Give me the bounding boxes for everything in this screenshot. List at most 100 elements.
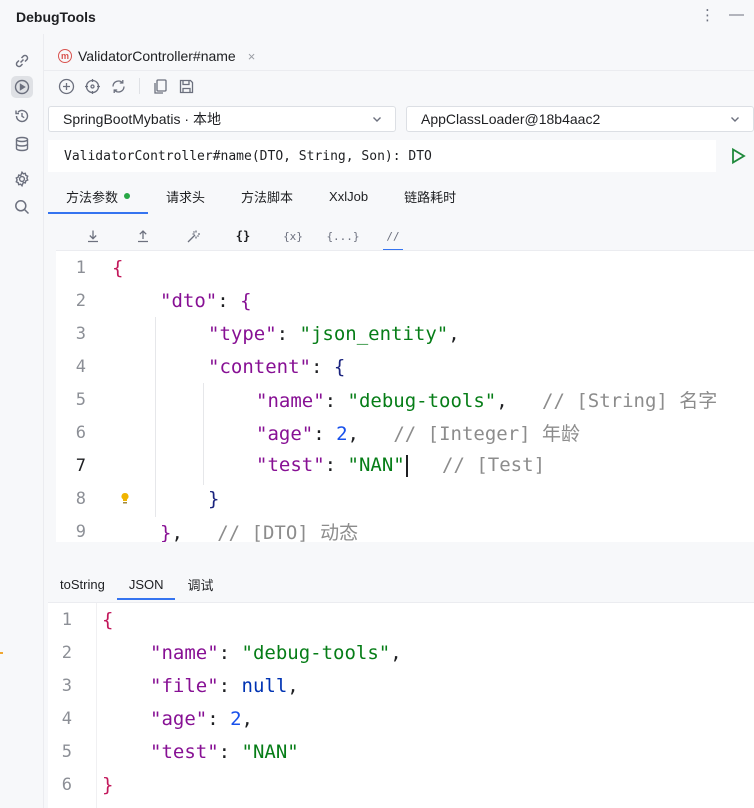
run-button[interactable]: [728, 146, 748, 166]
colon: :: [218, 740, 242, 763]
json-string: "NAN": [241, 740, 299, 763]
line-number: 7: [75, 455, 86, 476]
tab-tostring[interactable]: toString: [48, 568, 117, 600]
tab-xxljob[interactable]: XxlJob: [311, 178, 386, 214]
edge-marker: [0, 652, 3, 654]
file-tab[interactable]: m ValidatorController#name ×: [58, 44, 255, 68]
line-number: 3: [75, 323, 86, 344]
import-icon[interactable]: [68, 224, 118, 248]
colon: :: [324, 390, 348, 412]
result-line: 2 "name": "debug-tools",: [48, 636, 754, 669]
tab-debug[interactable]: 调试: [175, 568, 225, 600]
code-line: 1 {: [56, 251, 754, 284]
method-icon: m: [58, 49, 72, 63]
comma: ,: [347, 423, 359, 445]
history-icon[interactable]: [11, 105, 33, 127]
tab-method-script[interactable]: 方法脚本: [223, 178, 311, 214]
refresh-icon[interactable]: [110, 78, 127, 95]
close-icon[interactable]: ×: [248, 49, 256, 64]
comma: ,: [241, 707, 253, 730]
code-line: 2 "dto": {: [56, 284, 754, 317]
magic-wand-icon[interactable]: [168, 224, 218, 248]
json-key: "dto": [160, 289, 218, 312]
param-editor[interactable]: 1 { 2 "dto": { 3 "type": "json_entity", …: [56, 250, 754, 542]
tab-method-params[interactable]: 方法参数: [48, 178, 149, 214]
json-string: "debug-tools": [347, 390, 497, 412]
line-number: 1: [75, 257, 86, 278]
classloader-select[interactable]: AppClassLoader@18b4aac2: [406, 106, 754, 132]
copy-icon[interactable]: [152, 78, 169, 95]
line-number: 5: [75, 389, 86, 410]
code-comment: // [Test]: [407, 454, 546, 477]
title-bar: DebugTools ⋮ —: [0, 0, 754, 34]
line-number: 6: [75, 422, 86, 443]
comma: ,: [171, 522, 183, 542]
brace: }: [102, 773, 114, 796]
colon: :: [207, 707, 231, 730]
play-icon: [732, 147, 746, 165]
database-icon[interactable]: [11, 133, 33, 155]
tab-request-headers[interactable]: 请求头: [148, 178, 223, 214]
json-string: "debug-tools": [241, 641, 391, 664]
project-select[interactable]: SpringBootMybatis · 本地: [48, 106, 396, 132]
brace: {: [102, 608, 114, 631]
tab-trace-timing[interactable]: 链路耗时: [386, 178, 474, 214]
brace: }: [160, 522, 172, 542]
tab-label: JSON: [128, 576, 164, 592]
result-line: 1 {: [48, 603, 754, 636]
export-icon[interactable]: [118, 224, 168, 248]
json-key: "age": [256, 423, 314, 445]
file-tab-label: ValidatorController#name: [78, 48, 236, 64]
variable-button[interactable]: {x}: [268, 224, 318, 248]
more-options-icon[interactable]: ⋮: [700, 6, 715, 24]
code-comment: // [DTO] 动态: [182, 522, 359, 542]
colon: :: [310, 355, 334, 378]
brace: {: [112, 256, 124, 279]
add-icon[interactable]: [58, 78, 75, 95]
tab-label: 请求头: [166, 189, 206, 205]
tab-label: 方法参数: [66, 189, 119, 205]
comma: ,: [448, 322, 460, 345]
line-number: 3: [61, 675, 72, 696]
run-icon[interactable]: [11, 76, 33, 98]
json-key: "age": [150, 707, 208, 730]
line-number: 4: [75, 356, 86, 377]
comment-toggle-button[interactable]: //: [368, 224, 418, 251]
collapse-button[interactable]: {...}: [318, 224, 368, 248]
target-icon[interactable]: [84, 78, 101, 95]
main-panel: m ValidatorController#name × SpringBootM…: [44, 34, 754, 808]
link-icon[interactable]: [11, 50, 33, 72]
json-key: "test": [256, 454, 325, 477]
code-line: 9 }, // [DTO] 动态: [56, 515, 754, 543]
tab-label: 方法脚本: [241, 189, 294, 205]
brace: }: [208, 487, 220, 510]
save-icon[interactable]: [178, 78, 195, 95]
main-tabs: 方法参数 请求头 方法脚本 XxlJob 链路耗时: [48, 178, 474, 214]
brace: {: [240, 289, 252, 312]
tab-label: 链路耗时: [404, 189, 457, 205]
code-line: 5 "name": "debug-tools", // [String] 名字: [56, 383, 754, 416]
code-line: 4 "content": {: [56, 350, 754, 383]
search-icon[interactable]: [11, 196, 33, 218]
tab-divider: [44, 70, 754, 71]
result-line: 6 }: [48, 768, 754, 801]
chevron-down-icon: [731, 117, 739, 122]
editor-toolbar: {} {x} {...} //: [68, 224, 418, 251]
colon: :: [313, 423, 337, 445]
line-number: 5: [61, 741, 72, 762]
tab-json[interactable]: JSON: [116, 568, 176, 600]
settings-icon[interactable]: [11, 168, 33, 190]
minimize-icon[interactable]: —: [729, 6, 744, 24]
toolbar-separator: [139, 78, 140, 94]
format-json-button[interactable]: {}: [218, 224, 268, 248]
code-line-current: 7 "test": "NAN" // [Test]: [56, 449, 754, 482]
result-viewer[interactable]: 1 { 2 "name": "debug-tools", 3 "file": n…: [48, 602, 754, 808]
line-number: 1: [61, 609, 72, 630]
colon: :: [218, 674, 242, 697]
json-key: "name": [256, 390, 325, 412]
line-number: 8: [75, 488, 86, 509]
result-line: 3 "file": null,: [48, 669, 754, 702]
chevron-down-icon: [373, 117, 381, 122]
colon: :: [218, 641, 242, 664]
app-title: DebugTools: [16, 9, 96, 25]
